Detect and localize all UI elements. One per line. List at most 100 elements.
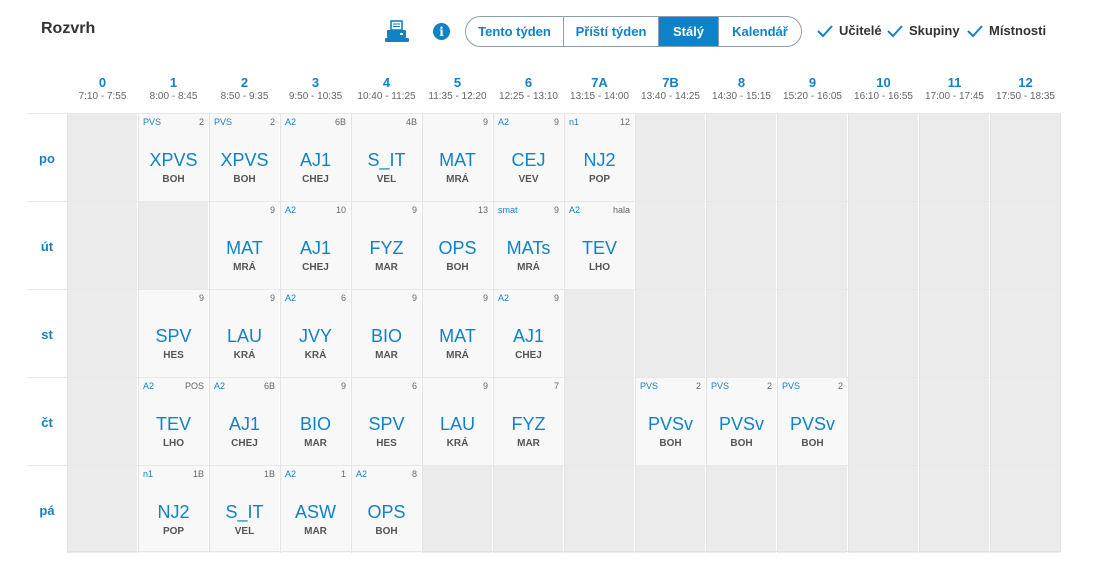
empty-cell xyxy=(990,114,1060,201)
day-label: st xyxy=(41,326,53,342)
toggle-label: Učitelé xyxy=(839,23,882,38)
empty-cell xyxy=(635,114,705,201)
lesson-room: 13 xyxy=(477,205,488,215)
lesson-cell[interactable]: 1B S_IT VEL xyxy=(209,466,279,553)
lesson-cell[interactable]: PVS 2 XPVS BOH xyxy=(209,114,279,201)
tab-permanent[interactable]: Stálý xyxy=(659,17,719,46)
lesson-teacher: MRÁ xyxy=(446,174,469,185)
grid-border xyxy=(67,551,1061,552)
tab-this-week[interactable]: Tento týden xyxy=(466,17,564,46)
lesson-cell[interactable]: A2 9 AJ1 CHEJ xyxy=(493,290,563,377)
lesson-cell[interactable]: A2 POS TEV LHO xyxy=(138,378,208,465)
hours-header: 0 7:10 - 7:55 1 8:00 - 8:45 2 8:50 - 9:35 3 9:5… xyxy=(67,76,1061,110)
lesson-cell[interactable]: PVS 2 PVSv BOH xyxy=(706,378,776,465)
empty-cell xyxy=(919,202,989,289)
lesson-cell[interactable]: A2 6 JVY KRÁ xyxy=(280,290,350,377)
timetable-view-tabs: Tento týden Příští týden Stálý Kalendář xyxy=(465,16,802,47)
lesson-cell[interactable]: A2 hala TEV LHO xyxy=(564,202,634,289)
hour-header: 6 12:25 - 13:10 xyxy=(493,76,564,103)
lesson-room: 9 xyxy=(553,293,559,303)
day-label: pá xyxy=(39,502,55,518)
lesson-subject: NJ2 xyxy=(583,150,616,170)
lesson-subject: PVSv xyxy=(647,414,694,434)
lesson-group: A2 xyxy=(356,469,368,479)
lesson-cell[interactable]: 9 LAU KRÁ xyxy=(209,290,279,377)
hour-time: 17:50 - 18:35 xyxy=(996,91,1055,102)
lesson-teacher: MAR xyxy=(304,526,327,537)
day-label: čt xyxy=(41,414,53,430)
lesson-cell[interactable]: 9 BIO MAR xyxy=(280,378,350,465)
lesson-group: A2 xyxy=(285,293,297,303)
lesson-cell[interactable]: A2 10 AJ1 CHEJ xyxy=(280,202,350,289)
lesson-cell[interactable]: 4B S_IT VEL xyxy=(351,114,421,201)
empty-cell xyxy=(919,378,989,465)
toggle-rooms[interactable]: Místnosti xyxy=(967,23,1046,38)
lesson-cell[interactable]: 9 FYZ MAR xyxy=(351,202,421,289)
hour-time: 17:00 - 17:45 xyxy=(925,91,984,102)
lesson-teacher: BOH xyxy=(162,174,185,185)
lesson-subject: MAT xyxy=(439,326,476,346)
tab-calendar[interactable]: Kalendář xyxy=(719,17,801,46)
toggle-teachers[interactable]: Učitelé xyxy=(817,23,882,38)
lesson-cell[interactable]: 9 LAU KRÁ xyxy=(422,378,492,465)
lesson-teacher: CHEJ xyxy=(231,438,258,449)
empty-cell xyxy=(706,202,776,289)
lesson-cell[interactable]: 9 MAT MRÁ xyxy=(422,114,492,201)
lesson-cell[interactable]: 9 MAT MRÁ xyxy=(422,290,492,377)
lesson-room: 8 xyxy=(411,469,417,479)
day-row: st 9 SPV HES 9 LAU KRÁ A2 6 JVY KRÁ 9 BIO MAR 9 MAT MRÁ A… xyxy=(27,289,1061,378)
lesson-teacher: KRÁ xyxy=(304,350,327,361)
hour-header: 2 8:50 - 9:35 xyxy=(209,76,280,103)
lesson-cell[interactable]: PVS 2 PVSv BOH xyxy=(635,378,705,465)
hour-header: 10 16:10 - 16:55 xyxy=(848,76,919,103)
toggle-groups[interactable]: Skupiny xyxy=(887,23,960,38)
lesson-room: 9 xyxy=(411,293,417,303)
hour-time: 13:40 - 14:25 xyxy=(641,91,700,102)
lesson-subject: MAT xyxy=(226,238,263,258)
lesson-cell[interactable]: PVS 2 XPVS BOH xyxy=(138,114,208,201)
lesson-room: 9 xyxy=(482,117,488,127)
lesson-teacher: CHEJ xyxy=(302,262,329,273)
hour-time: 10:40 - 11:25 xyxy=(357,91,416,102)
lesson-cell[interactable]: n1 12 NJ2 POP xyxy=(564,114,634,201)
hour-time: 16:10 - 16:55 xyxy=(854,91,913,102)
empty-cell xyxy=(635,290,705,377)
hour-time: 8:00 - 8:45 xyxy=(149,91,198,102)
info-icon[interactable]: i xyxy=(433,23,450,40)
lesson-cell[interactable]: A2 9 CEJ VEV xyxy=(493,114,563,201)
hour-time: 11:35 - 12:20 xyxy=(428,91,487,102)
lesson-group: A2 xyxy=(143,381,155,391)
lesson-cell[interactable]: 6 SPV HES xyxy=(351,378,421,465)
lesson-cell[interactable]: 9 SPV HES xyxy=(138,290,208,377)
lesson-cell[interactable]: A2 8 OPS BOH xyxy=(351,466,421,553)
lesson-cell[interactable]: 13 OPS BOH xyxy=(422,202,492,289)
lesson-cell[interactable]: A2 1 ASW MAR xyxy=(280,466,350,553)
tab-next-week[interactable]: Příští týden xyxy=(564,17,659,46)
lesson-teacher: POP xyxy=(588,174,611,185)
empty-cell xyxy=(564,466,634,553)
lesson-cell[interactable]: 9 BIO MAR xyxy=(351,290,421,377)
hour-time: 14:30 - 15:15 xyxy=(712,91,771,102)
lesson-room: 9 xyxy=(198,293,204,303)
lesson-cell[interactable]: A2 6B AJ1 CHEJ xyxy=(280,114,350,201)
lesson-teacher: CHEJ xyxy=(515,350,542,361)
lesson-group: A2 xyxy=(285,117,297,127)
lesson-room: 6B xyxy=(334,117,346,127)
hour-header: 8 14:30 - 15:15 xyxy=(706,76,777,103)
hour-header: 0 7:10 - 7:55 xyxy=(67,76,138,103)
lesson-room: 9 xyxy=(411,205,417,215)
empty-cell xyxy=(848,114,918,201)
lesson-cell[interactable]: PVS 2 PVSv BOH xyxy=(777,378,847,465)
lesson-cell[interactable]: n1 1B NJ2 POP xyxy=(138,466,208,553)
lesson-cell[interactable]: 7 FYZ MAR xyxy=(493,378,563,465)
empty-cell xyxy=(990,378,1060,465)
lesson-subject: FYZ xyxy=(511,414,546,434)
lesson-cell[interactable]: A2 6B AJ1 CHEJ xyxy=(209,378,279,465)
lesson-room: 2 xyxy=(766,381,772,391)
lesson-cell[interactable]: 9 MAT MRÁ xyxy=(209,202,279,289)
lesson-group: PVS xyxy=(214,117,233,127)
lesson-cell[interactable]: smat 9 MATs MRÁ xyxy=(493,202,563,289)
printer-icon[interactable] xyxy=(384,20,410,44)
day-label: út xyxy=(40,238,54,254)
hour-number: 8 xyxy=(737,75,746,90)
